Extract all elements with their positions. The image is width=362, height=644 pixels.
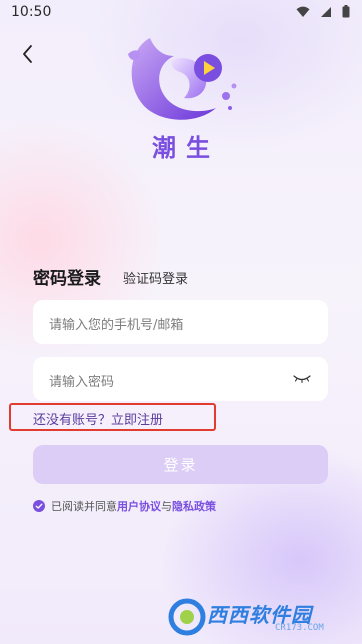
battery-icon (342, 5, 350, 18)
phone-email-placeholder: 请输入您的手机号/邮箱 (49, 318, 184, 333)
agreement-row: 已阅读并同意 用户协议与隐私政策 (33, 498, 216, 514)
register-link[interactable]: 立即注册 (111, 413, 163, 428)
status-time: 10:50 (11, 4, 52, 20)
watermark-logo-icon (168, 598, 206, 636)
app-logo (128, 38, 237, 120)
back-arrow-icon[interactable] (16, 42, 40, 66)
status-bar: 10:50 (0, 0, 362, 24)
login-button[interactable]: 登录 (33, 445, 328, 484)
agreement-prefix: 已阅读并同意 (51, 500, 117, 513)
signal-icon (321, 6, 331, 17)
phone-email-field[interactable]: 请输入您的手机号/邮箱 (33, 300, 328, 344)
watermark-url: CR173.COM (275, 623, 324, 633)
register-prompt: 还没有账号？立即注册 (33, 409, 163, 428)
check-circle-icon[interactable] (33, 500, 45, 512)
status-icons (296, 5, 350, 18)
user-agreement-link[interactable]: 用户协议 (117, 498, 161, 514)
password-field[interactable]: 请输入密码 (33, 357, 328, 401)
wifi-icon (296, 6, 310, 17)
watermark: 西西软件园 CR173.COM (167, 596, 357, 638)
register-prompt-text: 还没有账号？ (33, 413, 112, 428)
tab-sms-code-login[interactable]: 验证码登录 (123, 268, 188, 287)
agreement-and: 与 (161, 500, 172, 513)
eye-closed-icon[interactable] (292, 373, 312, 385)
tab-password-login[interactable]: 密码登录 (33, 264, 101, 289)
password-placeholder: 请输入密码 (49, 375, 115, 390)
app-name: 潮生 (152, 134, 220, 162)
privacy-policy-link[interactable]: 隐私政策 (172, 498, 216, 514)
